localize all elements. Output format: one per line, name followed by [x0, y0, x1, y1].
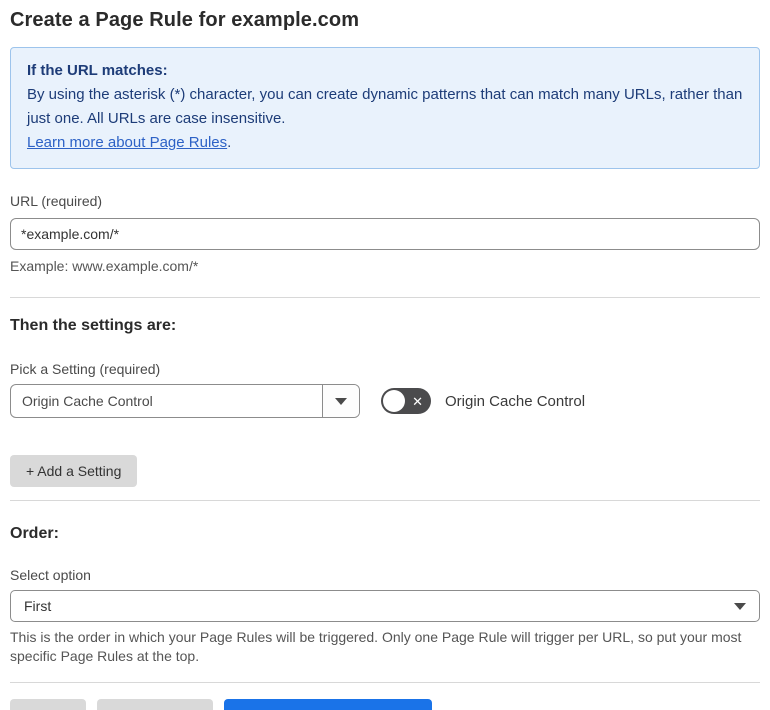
create-page-rule-form: Create a Page Rule for example.com If th… — [0, 0, 770, 710]
url-match-info-box: If the URL matches: By using the asteris… — [10, 47, 760, 169]
setting-select-arrow-button[interactable] — [322, 385, 359, 417]
setting-row: Origin Cache Control ✕ Origin Cache Cont… — [10, 384, 760, 418]
save-as-draft-button[interactable]: Save as Draft — [96, 699, 214, 710]
origin-cache-control-toggle-group: ✕ Origin Cache Control — [381, 388, 585, 414]
url-field-label: URL (required) — [10, 193, 103, 209]
url-input[interactable] — [10, 218, 760, 250]
url-example-helper: Example: www.example.com/* — [10, 258, 199, 274]
order-select[interactable]: First — [10, 590, 760, 622]
save-and-deploy-button[interactable]: Save and Deploy Page Rule — [224, 699, 433, 710]
setting-select[interactable]: Origin Cache Control — [10, 384, 360, 418]
settings-section-heading: Then the settings are: — [10, 317, 177, 334]
order-helper-text: This is the order in which your Page Rul… — [10, 629, 742, 664]
cancel-button[interactable]: Cancel — [10, 699, 86, 710]
order-select-value: First — [24, 598, 52, 614]
page-title: Create a Page Rule for example.com — [10, 9, 360, 31]
add-setting-button[interactable]: + Add a Setting — [10, 455, 138, 487]
info-box-heading: If the URL matches: — [27, 62, 168, 79]
origin-cache-control-toggle[interactable]: ✕ — [381, 388, 431, 414]
learn-more-link[interactable]: Learn more about Page Rules — [27, 134, 227, 151]
divider — [10, 682, 760, 683]
info-box-link-line: Learn more about Page Rules. — [27, 131, 743, 155]
order-select-label: Select option — [10, 567, 91, 583]
footer-actions: Cancel Save as Draft Save and Deploy Pag… — [10, 699, 760, 710]
setting-select-value: Origin Cache Control — [22, 393, 153, 409]
toggle-label: Origin Cache Control — [445, 392, 586, 410]
info-box-body: By using the asterisk (*) character, you… — [27, 86, 743, 127]
order-section-heading: Order: — [10, 525, 59, 542]
toggle-knob — [383, 390, 405, 412]
toggle-off-x-icon: ✕ — [412, 393, 423, 409]
divider — [10, 500, 760, 501]
chevron-down-icon — [734, 602, 746, 610]
link-period: . — [227, 134, 232, 151]
divider — [10, 297, 760, 298]
chevron-down-icon — [335, 397, 347, 405]
pick-setting-label: Pick a Setting (required) — [10, 361, 161, 377]
